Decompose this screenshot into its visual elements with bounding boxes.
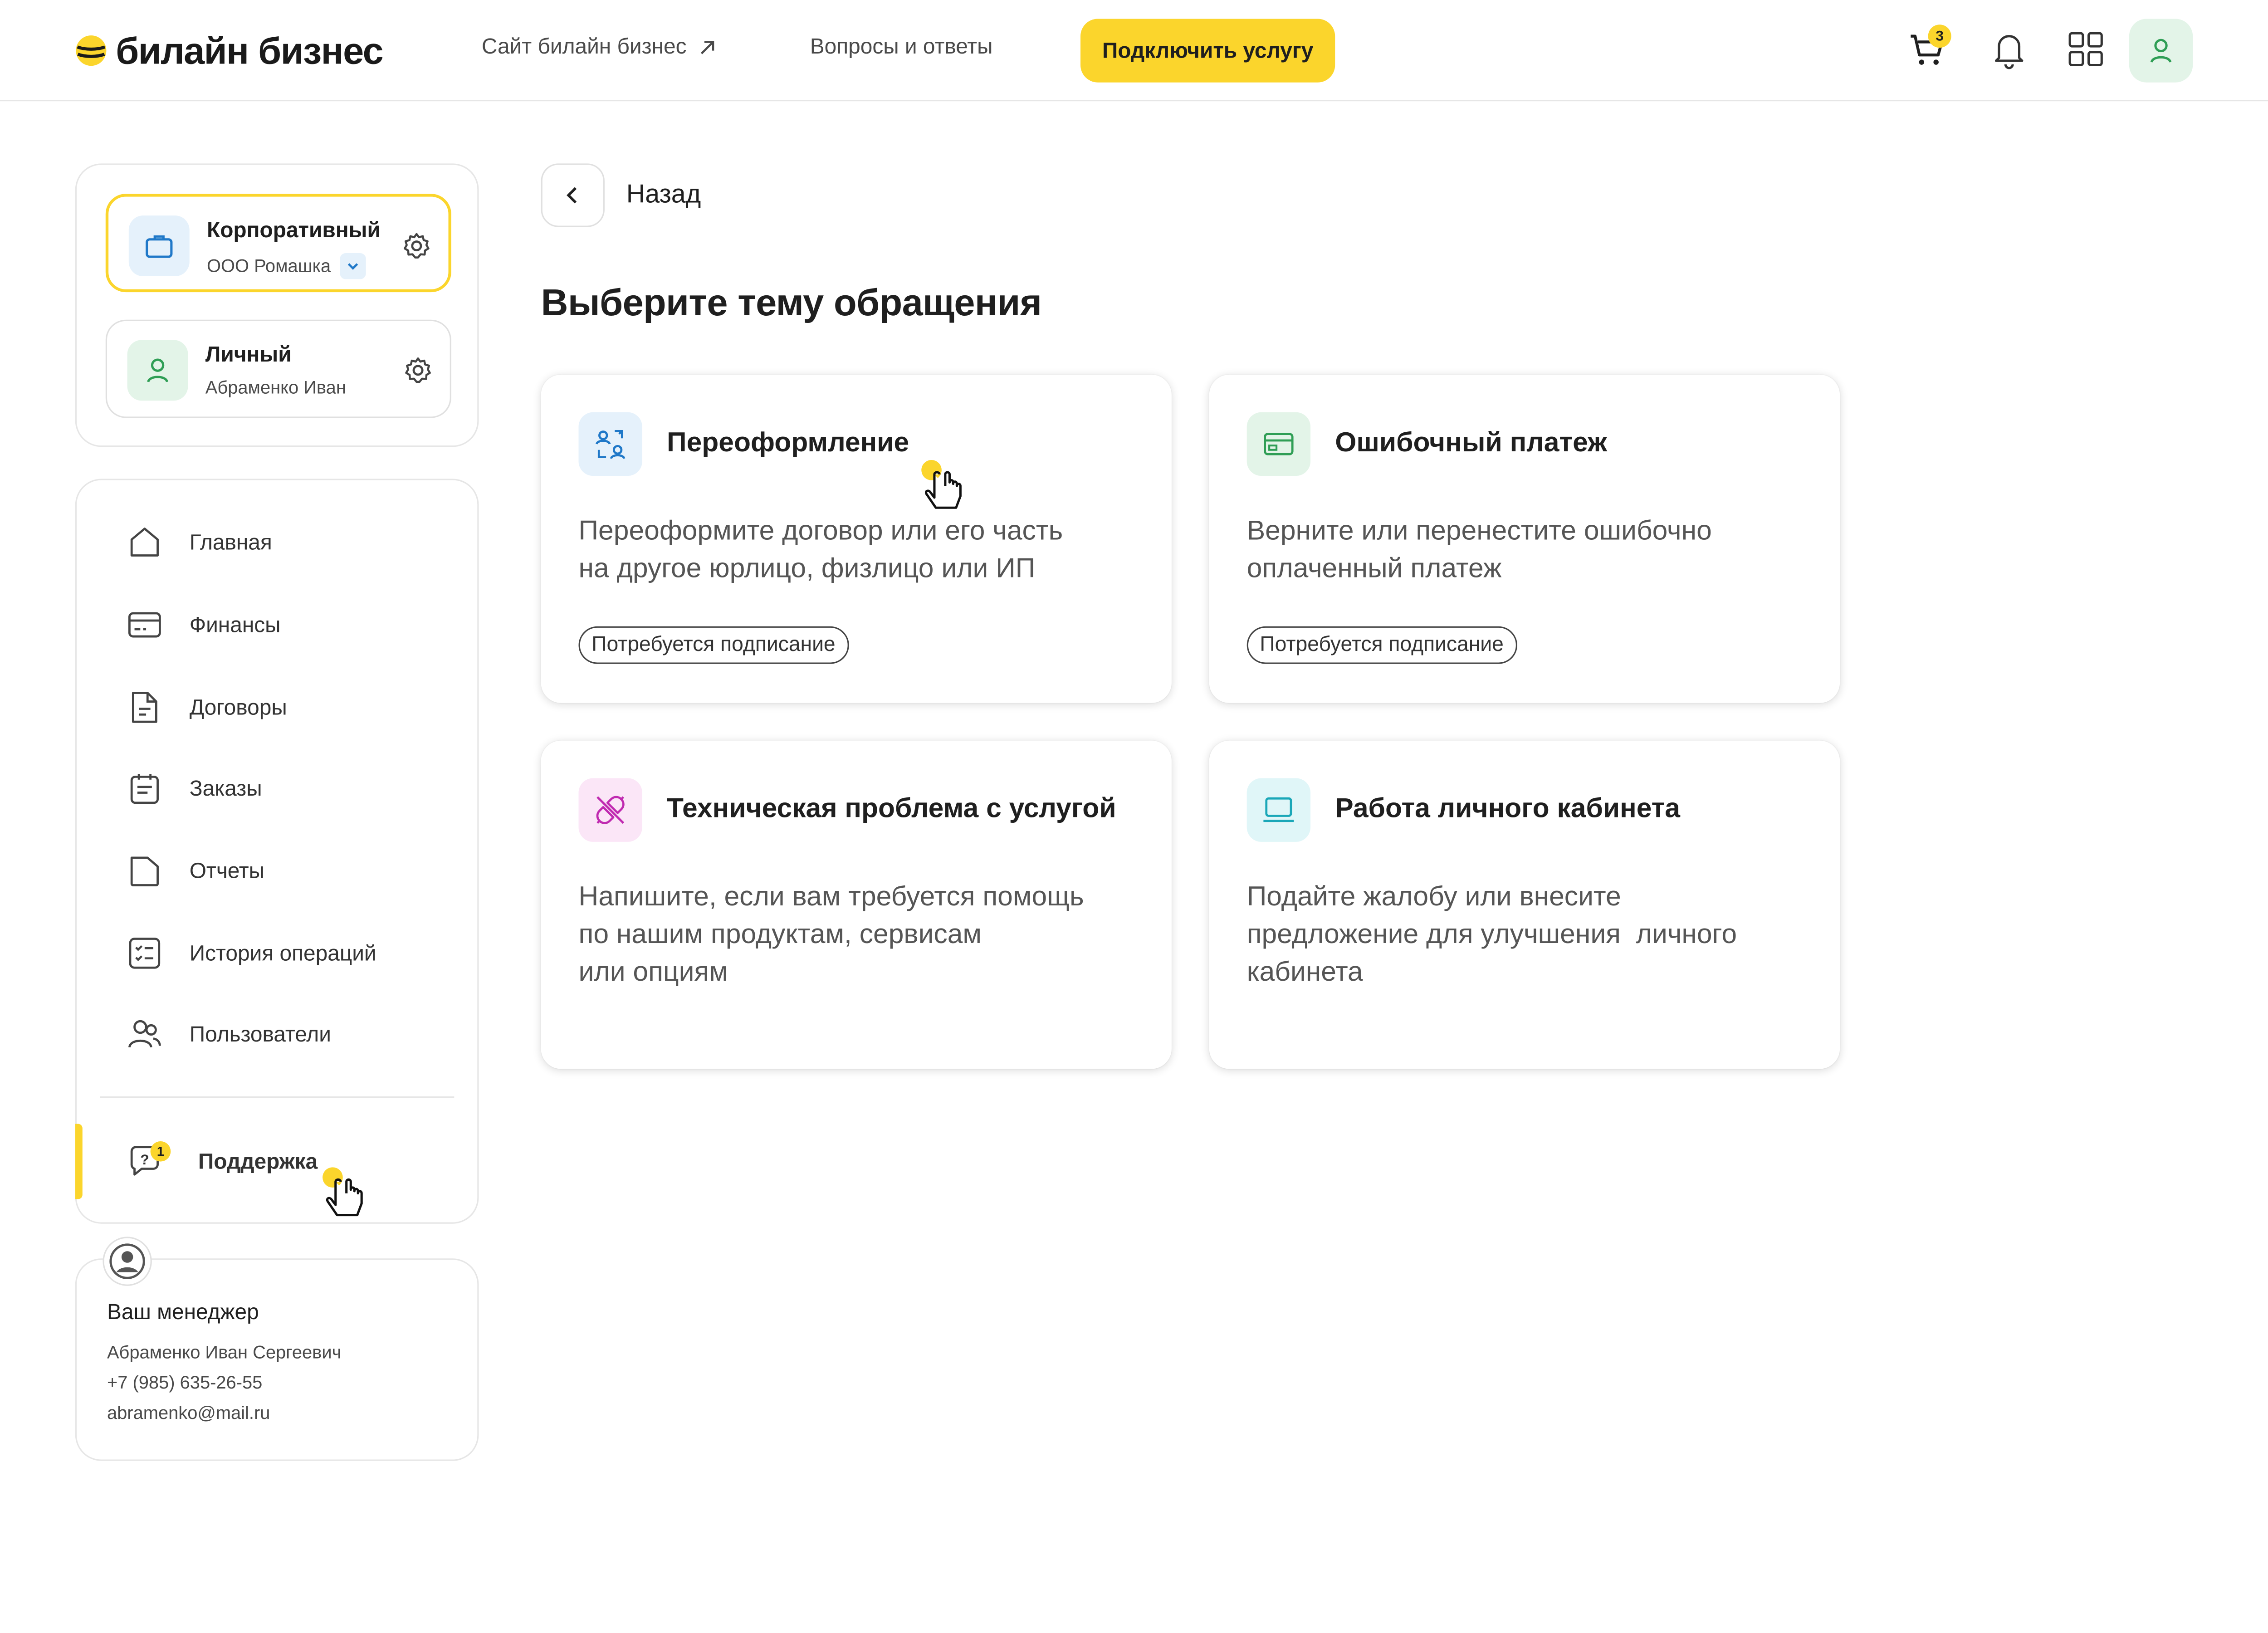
chevron-down-icon[interactable] [339,253,366,279]
topic-description: Верните или перенестите ошибочно оплачен… [1247,513,1811,589]
topic-description: Переоформите договор или его часть на др… [579,513,1143,589]
laptop-icon [1246,778,1311,842]
apps-grid-icon[interactable] [2066,29,2106,69]
manager-email[interactable]: abramenko@mail.ru [107,1403,270,1423]
sidebar-item-users[interactable]: Пользователи [126,1014,331,1054]
svg-text:?: ? [140,1151,149,1168]
topic-description-line: на другое юрлицо, физлицо или ИП [578,554,1036,585]
hand-cursor-icon [921,460,962,509]
account-company: ООО Ромашка [206,256,331,277]
sidebar-item-contracts[interactable]: Договоры [126,687,287,728]
chevron-left-icon [567,187,577,204]
sidebar-item-label: Поддержка [198,1149,318,1174]
sidebar-item-reports[interactable]: Отчеты [126,851,264,891]
back-label[interactable]: Назад [626,179,701,210]
account-card-corporate[interactable]: Корпоративный ООО Ромашка [105,194,451,293]
nav-link-faq[interactable]: Вопросы и ответы [810,35,993,59]
account-subtitle: Абраменко Иван [205,377,346,398]
sidebar-menu: Главная Финансы Договоры Заказы Отчеты И… [75,479,479,1224]
logo-text: билайн бизнес [116,28,384,72]
topic-description-line: Верните или перенестите ошибочно [1246,516,1712,547]
sidebar-item-label: Главная [189,530,272,555]
nav-link-label: Сайт билайн бизнес [481,34,687,59]
manager-phone[interactable]: +7 (985) 635-26-55 [107,1373,262,1393]
calendar-list-icon [130,773,159,804]
topic-card-tech-problem[interactable]: Техническая проблема с услугой Напишите,… [541,740,1172,1069]
home-icon [130,528,159,557]
connect-service-button[interactable]: Подключить услугу [1080,19,1335,83]
topic-description-line: Подайте жалобу или внесите [1246,882,1621,913]
users-icon [128,1020,161,1048]
topic-title: Техническая проблема с услугой [667,794,1116,825]
sidebar-item-label: История операций [189,941,376,966]
sidebar-item-label: Отчеты [189,858,265,883]
topic-card-reissue[interactable]: Переоформление Переоформите договор или … [541,374,1172,703]
bell-icon[interactable] [1989,29,2029,69]
account-subtitle: ООО Ромашка [207,253,366,279]
topic-description-line: предложение для улучшения личного [1246,920,1737,951]
account-title: Корпоративный [206,218,381,243]
topic-title: Переоформление [667,428,909,459]
support-badge: 1 [150,1141,171,1162]
topic-description-line: оплаченный платеж [1246,554,1502,585]
sidebar-item-history[interactable]: История операций [126,933,376,973]
document-icon [132,692,157,723]
sidebar-item-finance[interactable]: Финансы [126,605,281,645]
nav-link-site[interactable]: Сайт билайн бизнес [482,35,715,59]
accounts-panel: Корпоративный ООО Ромашка Личный Абрамен [75,163,479,447]
signature-required-badge: Потребуется подписание [1246,626,1517,664]
sidebar-item-label: Договоры [189,695,287,720]
payment-card-icon [1246,412,1311,476]
topic-title: Работа личного кабинета [1335,794,1681,825]
users-swap-icon [578,412,642,476]
topic-description-line: Напишите, если вам требуется помощь [578,882,1084,913]
person-icon [127,340,188,401]
topic-description-line: по нашим продуктам, сервисам [578,920,982,951]
topic-description: Напишите, если вам требуется помощь по н… [579,880,1143,993]
manager-title: Ваш менеджер [107,1300,259,1325]
sidebar-item-orders[interactable]: Заказы [126,768,262,808]
sidebar-item-label: Заказы [189,776,262,801]
signature-required-badge: Потребуется подписание [578,626,849,664]
topic-description-line: кабинета [1246,957,1363,988]
manager-name: Абраменко Иван Сергеевич [107,1342,342,1363]
hand-cursor-icon [323,1167,363,1217]
sidebar-item-label: Финансы [189,612,281,637]
nav-link-label: Вопросы и ответы [810,34,993,59]
briefcase-icon [128,215,190,277]
gear-icon[interactable] [404,356,433,385]
account-card-personal[interactable]: Личный Абраменко Иван [105,319,451,418]
checklist-icon [129,938,161,969]
topic-card-cabinet[interactable]: Работа личного кабинета Подайте жалобу и… [1209,740,1840,1069]
page-title: Выберите тему обращения [541,280,1042,324]
folder-icon [130,856,159,886]
sidebar-item-label: Пользователи [189,1022,331,1047]
topic-description-line: или опциям [578,957,728,988]
cart-count-badge: 3 [1928,24,1951,48]
external-arrow-icon [700,40,714,54]
manager-avatar-icon [103,1237,152,1286]
sidebar-item-home[interactable]: Главная [126,522,272,562]
broken-plug-icon [578,778,642,842]
person-icon [2150,39,2172,63]
topic-card-wrong-payment[interactable]: Ошибочный платеж Верните или перенестите… [1209,374,1840,703]
topic-description-line: Переоформите договор или его часть [578,516,1063,547]
active-indicator [75,1124,83,1199]
topic-title: Ошибочный платеж [1335,428,1607,459]
profile-avatar-button[interactable] [2129,19,2193,83]
account-title: Личный [205,342,292,367]
beeline-logo-icon [76,35,107,66]
menu-divider [100,1096,455,1098]
gear-icon[interactable] [402,231,431,260]
top-header: билайн бизнес Сайт билайн бизнес Вопросы… [0,0,2268,102]
manager-panel: Ваш менеджер Абраменко Иван Сергеевич +7… [75,1237,479,1461]
topic-description: Подайте жалобу или внесите предложение д… [1247,880,1811,993]
logo[interactable]: билайн бизнес [75,26,384,75]
back-button[interactable] [541,163,605,227]
card-icon [128,612,161,638]
